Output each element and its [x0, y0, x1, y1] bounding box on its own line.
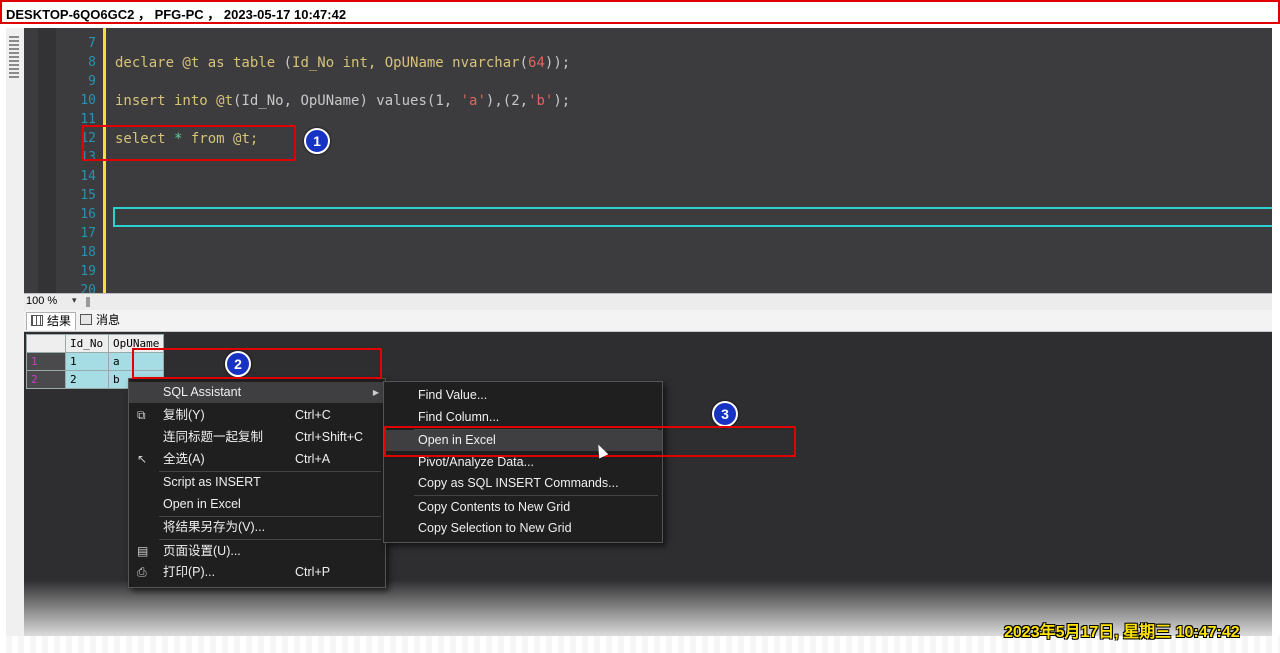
code-token: ),(2, [485, 93, 529, 109]
menu-label: 将结果另存为(V)... [163, 520, 266, 534]
menu-item-select-all[interactable]: ↖ 全选(A) Ctrl+A [129, 449, 385, 470]
line-number: 14 [80, 169, 96, 184]
tab-results[interactable]: 结果 [26, 312, 77, 330]
menu-item-open-excel[interactable]: Open in Excel [129, 494, 385, 515]
code-token: 64 [528, 55, 545, 71]
menu-shortcut: Ctrl+Shift+C [295, 430, 364, 444]
zoom-dropdown-icon[interactable]: ▾ [72, 295, 77, 306]
copy-icon: ⧉ [137, 408, 146, 422]
printer-icon: ⎙ [137, 565, 147, 579]
menu-label: Open in Excel [163, 497, 241, 511]
select-cursor-icon: ↖ [137, 452, 148, 466]
menu-item-script-insert[interactable]: Script as INSERT [129, 472, 385, 493]
menu-label: 连同标题一起复制 [163, 430, 264, 444]
sql-assistant-submenu: Find Value... Find Column... Open in Exc… [383, 381, 663, 543]
menu-label: 全选(A) [163, 452, 205, 466]
results-tabs: 结果 消息 [24, 311, 1272, 332]
menu-item-copy[interactable]: ⧉ 复制(Y) Ctrl+C [129, 405, 385, 426]
submenu-arrow-icon: ▶ [372, 388, 379, 397]
code-token: (Id_No, OpUName) values [233, 93, 427, 109]
title-bar: DESKTOP-6QO6GC2 ， PFG-PC ， 2023-05-17 10… [0, 0, 1280, 24]
current-line-highlight [113, 207, 1272, 227]
menu-label: Copy Contents to New Grid [418, 500, 571, 514]
menu-item-page-setup[interactable]: ▤ 页面设置(U)... [129, 541, 385, 562]
code-token: 'a' [460, 93, 486, 109]
code-token: ); [553, 93, 571, 109]
row-number[interactable]: 1 [26, 352, 66, 371]
page-setup-icon: ▤ [137, 544, 149, 558]
date-stamp: 2023年5月17日, 星期三 10:47:42 [1004, 624, 1240, 641]
grid-cell[interactable]: 2 [65, 370, 109, 389]
menu-item-save-results-as[interactable]: 将结果另存为(V)... [129, 517, 385, 538]
menu-separator [414, 495, 658, 496]
code-token: declare @t as table [115, 55, 284, 71]
code-token: (1, [426, 93, 461, 109]
submenu-item-find-value[interactable]: Find Value... [384, 385, 662, 406]
horizontal-scrollbar[interactable] [86, 297, 90, 307]
highlight-box-open-excel [384, 426, 796, 457]
editor-gutter [38, 28, 56, 293]
submenu-item-copy-contents[interactable]: Copy Contents to New Grid [384, 497, 662, 518]
menu-label: SQL Assistant [163, 385, 242, 399]
submenu-item-find-column[interactable]: Find Column... [384, 407, 662, 428]
line-number: 7 [88, 36, 96, 51]
context-menu: SQL Assistant ▶ ⧉ 复制(Y) Ctrl+C 连同标题一起复制 Ctrl… [128, 378, 386, 588]
menu-label: 复制(Y) [163, 408, 205, 422]
line-number: 9 [88, 74, 96, 89]
side-strip [6, 28, 25, 640]
menu-shortcut: Ctrl+P [295, 565, 331, 579]
code-token: ( [519, 55, 529, 71]
message-icon [80, 314, 92, 325]
menu-shortcut: Ctrl+A [295, 452, 331, 466]
highlight-box-sql-assistant [132, 348, 382, 379]
side-strip-marks [9, 36, 19, 80]
submenu-item-copy-sql-insert[interactable]: Copy as SQL INSERT Commands... [384, 473, 662, 494]
code-token: Id_No int, OpUName nvarchar [292, 55, 520, 71]
editor-status-bar: 100 % ▾ [24, 293, 1272, 310]
grid-cell[interactable]: 1 [65, 352, 109, 371]
menu-label: Find Value... [418, 388, 488, 402]
menu-label: 打印(P)... [163, 565, 216, 579]
menu-item-print[interactable]: ⎙ 打印(P)... Ctrl+P [129, 562, 385, 583]
line-number: 19 [80, 264, 96, 279]
menu-item-copy-with-headers[interactable]: 连同标题一起复制 Ctrl+Shift+C [129, 427, 385, 448]
code-token: insert into @t [115, 93, 234, 109]
menu-label: Copy Selection to New Grid [418, 521, 572, 535]
menu-item-sql-assistant[interactable]: SQL Assistant ▶ [129, 382, 385, 403]
row-number[interactable]: 2 [26, 370, 66, 389]
step-badge-3: 3 [712, 401, 738, 427]
tab-label: 消息 [96, 313, 121, 327]
zoom-level[interactable]: 100 % [26, 295, 57, 307]
line-number: 17 [80, 226, 96, 241]
step-badge-1: 1 [304, 128, 330, 154]
line-number: 16 [80, 207, 96, 222]
line-number: 10 [80, 93, 96, 108]
menu-label: Copy as SQL INSERT Commands... [418, 476, 619, 490]
code-token: 'b' [528, 93, 554, 109]
line-number: 18 [80, 245, 96, 260]
menu-label: 页面设置(U)... [163, 544, 241, 558]
tab-label: 结果 [47, 314, 72, 328]
menu-label: Find Column... [418, 410, 500, 424]
highlight-box-select [82, 125, 296, 161]
code-line-declare: declare @t as table (Id_No int, OpUName … [115, 55, 570, 71]
grid-icon [31, 315, 43, 326]
line-number: 8 [88, 55, 96, 70]
line-number: 15 [80, 188, 96, 203]
column-header[interactable]: Id_No [65, 334, 109, 353]
row-header-corner [26, 334, 66, 353]
submenu-item-copy-selection[interactable]: Copy Selection to New Grid [384, 518, 662, 539]
code-line-insert: insert into @t(Id_No, OpUName) values(1,… [115, 93, 570, 109]
title-text: DESKTOP-6QO6GC2 ， PFG-PC ， 2023-05-17 10… [6, 7, 347, 22]
menu-label: Script as INSERT [163, 475, 261, 489]
code-token: )); [544, 55, 571, 71]
tab-messages[interactable]: 消息 [76, 312, 124, 329]
code-token: ( [283, 55, 293, 71]
menu-separator [159, 539, 381, 540]
menu-shortcut: Ctrl+C [295, 408, 331, 422]
